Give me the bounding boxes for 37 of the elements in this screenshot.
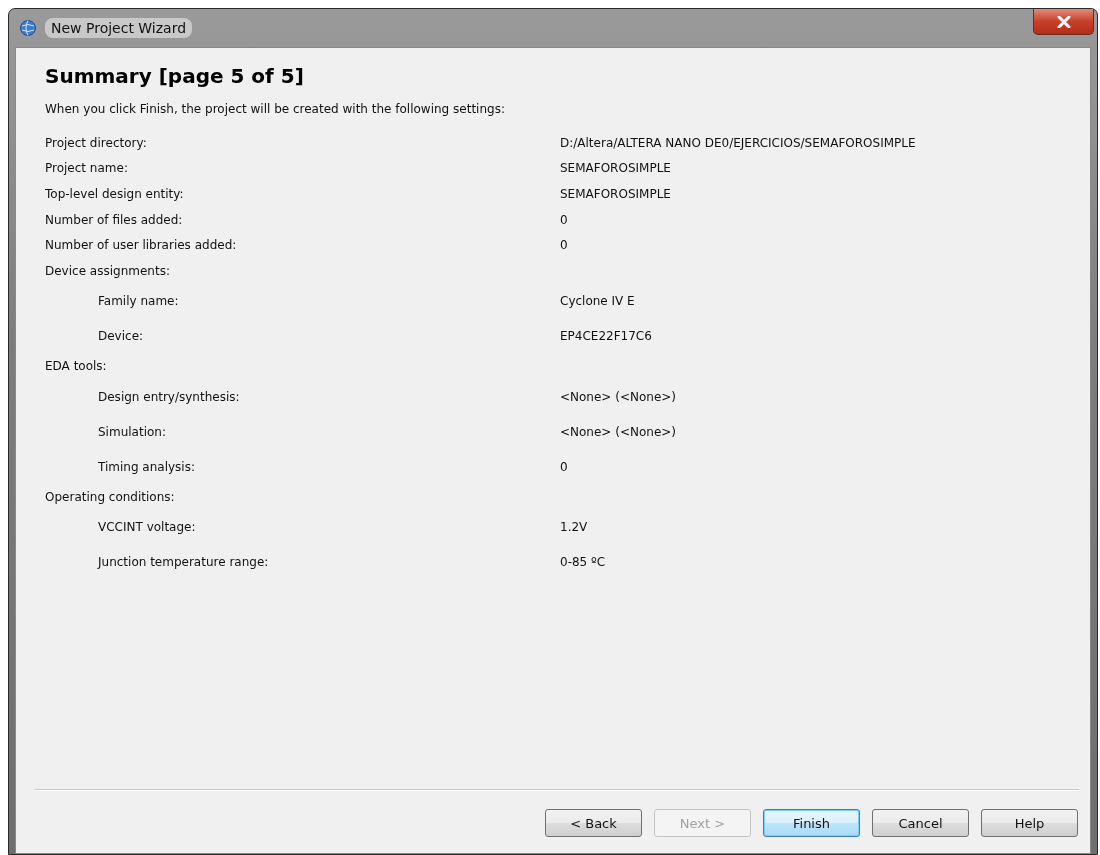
setting-value: 0 — [560, 238, 568, 253]
dialog-button[interactable]: Finish — [763, 809, 860, 837]
setting-value: Cyclone IV E — [560, 294, 635, 309]
setting-value: <None> (<None>) — [560, 389, 676, 404]
setting-label: Design entry/synthesis: — [97, 389, 241, 404]
setting-value: 0 — [560, 459, 568, 474]
setting-label: Simulation: — [97, 424, 167, 439]
setting-label: Timing analysis: — [97, 459, 196, 474]
close-icon — [1056, 15, 1071, 28]
setting-label: Project directory: — [45, 135, 148, 150]
setting-value: 1.2V — [560, 520, 588, 535]
window-title: New Project Wizard — [45, 18, 193, 38]
setting-label: EDA tools: — [45, 359, 108, 374]
setting-label: VCCINT voltage: — [97, 520, 197, 535]
setting-value: SEMAFOROSIMPLE — [560, 161, 671, 176]
setting-label: Top-level design entity: — [45, 187, 185, 201]
dialog-button[interactable]: < Back — [545, 809, 642, 837]
setting-label: Number of files added: — [45, 212, 184, 227]
globe-icon — [19, 19, 37, 37]
setting-label: Device: — [97, 329, 145, 344]
setting-label: Device assignments: — [45, 263, 171, 278]
setting-value: SEMAFOROSIMPLE — [560, 187, 671, 201]
close-button[interactable] — [1033, 9, 1094, 35]
setting-label: Operating conditions: — [45, 489, 176, 504]
page-heading: Summary [page 5 of 5] — [45, 64, 305, 88]
setting-value: 0-85 ºC — [560, 555, 606, 570]
dialog-button[interactable]: Cancel — [872, 809, 969, 837]
setting-value: <None> (<None>) — [560, 424, 676, 439]
setting-label: Number of user libraries added: — [45, 238, 238, 253]
setting-value: EP4CE22F17C6 — [560, 329, 652, 344]
setting-value: D:/Altera/ALTERA NANO DE0/EJERCICIOS/SEMAFOROSIMPLE — [560, 135, 916, 150]
setting-label: Family name: — [97, 294, 180, 309]
setting-value: 0 — [560, 212, 568, 227]
setting-label: Project name: — [45, 161, 129, 176]
dialog-button[interactable]: Help — [981, 809, 1078, 837]
setting-label: Junction temperature range: — [96, 555, 270, 570]
intro-text: When you click Finish, the project will be created with the following settings: — [45, 102, 506, 116]
